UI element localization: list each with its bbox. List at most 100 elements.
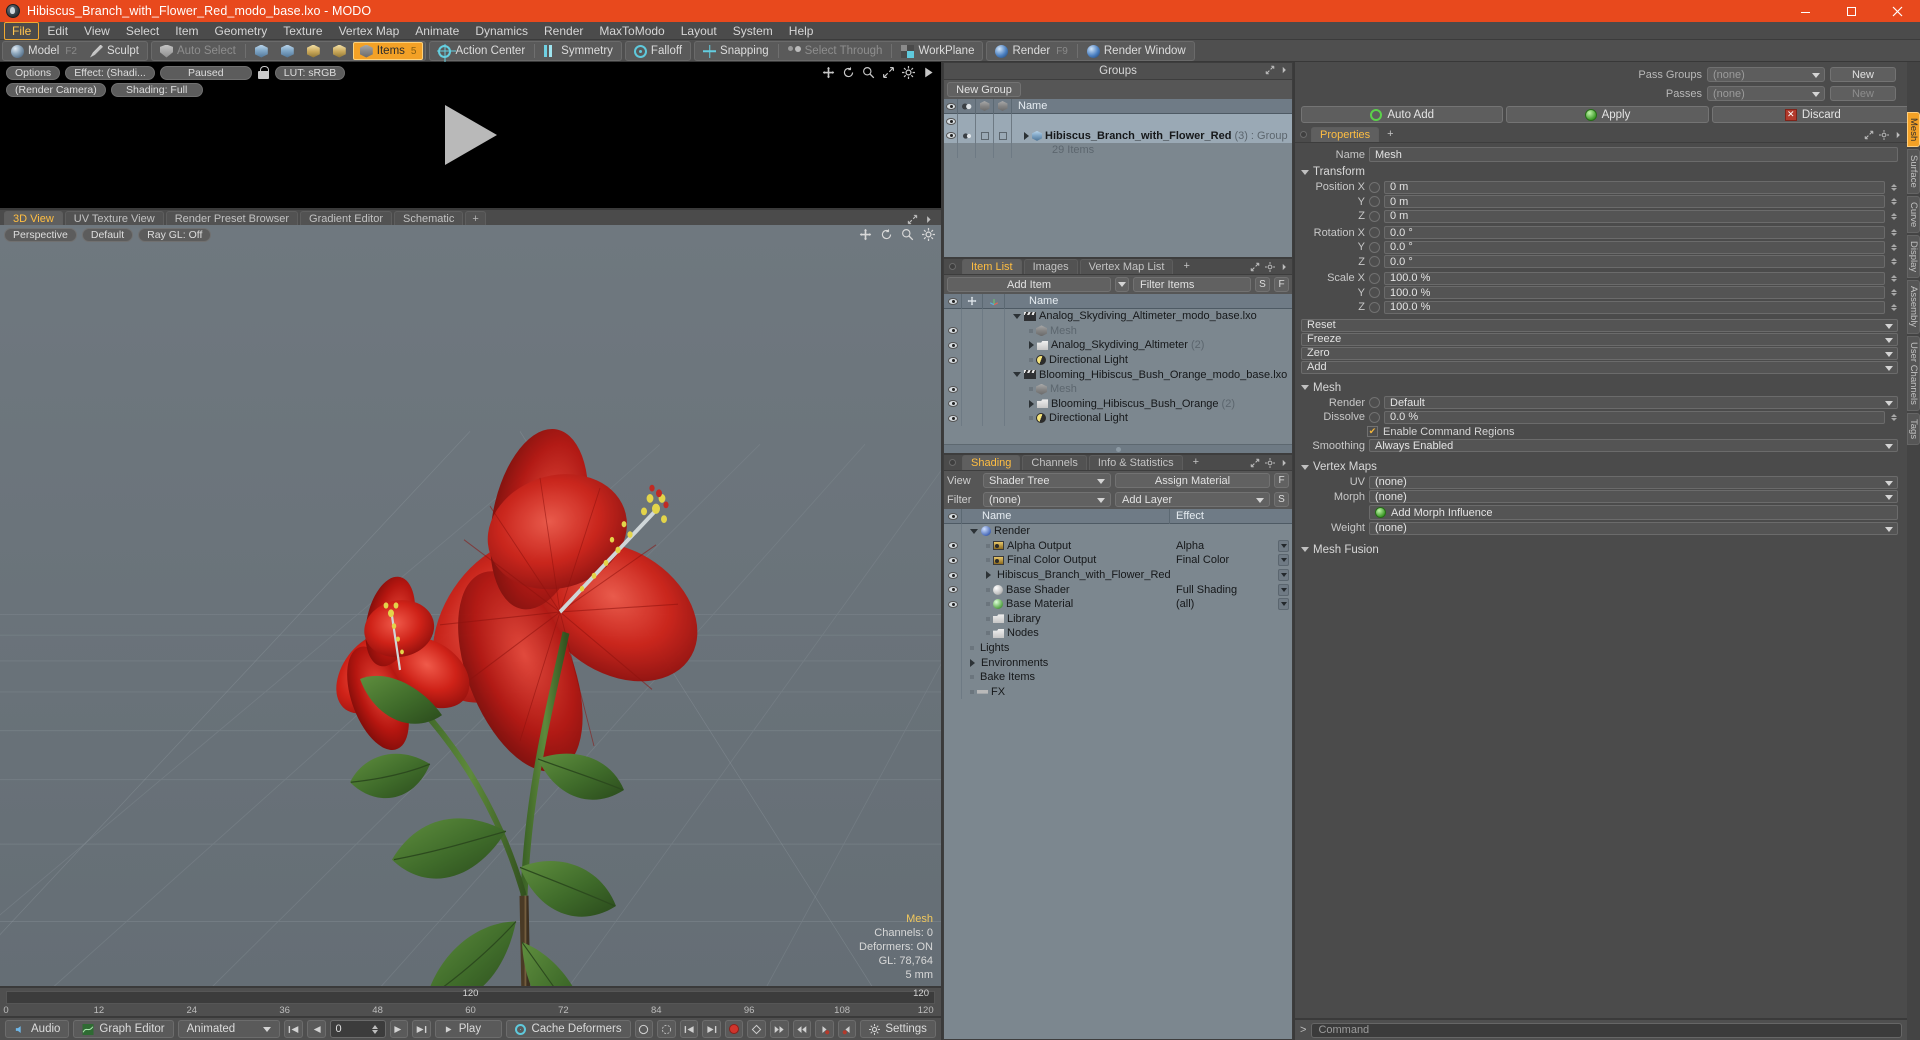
raygl-button[interactable]: Ray GL: Off: [138, 228, 212, 242]
maximize-viewport-icon[interactable]: [907, 214, 918, 225]
vtab-mesh[interactable]: Mesh: [1907, 112, 1920, 148]
tab-gradient-editor[interactable]: Gradient Editor: [300, 211, 392, 225]
move-cell[interactable]: [962, 396, 983, 412]
workplane-button[interactable]: WorkPlane: [895, 42, 980, 60]
shader-name-cell[interactable]: Library: [962, 613, 1170, 625]
menu-item-layout[interactable]: Layout: [673, 22, 725, 40]
menu-item-help[interactable]: Help: [781, 22, 822, 40]
tab-uv-texture-view[interactable]: UV Texture View: [64, 211, 164, 225]
item-name-cell[interactable]: Blooming_Hibiscus_Bush_Orange (2): [1005, 398, 1235, 410]
position-x-stepper[interactable]: [1889, 181, 1898, 194]
material-mode-button[interactable]: [327, 42, 352, 60]
eye-icon[interactable]: [947, 327, 958, 335]
animate-toggle[interactable]: [1369, 287, 1380, 299]
key-add-button[interactable]: [747, 1020, 767, 1038]
expander-icon[interactable]: [1013, 313, 1021, 319]
viewport-menu-icon[interactable]: [924, 214, 933, 225]
item-name-cell[interactable]: Analog_Skydiving_Altimeter (2): [1005, 339, 1204, 351]
record-button[interactable]: [724, 1020, 744, 1038]
eye-cell[interactable]: [944, 669, 962, 685]
rotation-y-stepper[interactable]: [1889, 241, 1898, 254]
render-window-button[interactable]: Render Window: [1081, 42, 1192, 60]
axis-cell[interactable]: [983, 396, 1005, 412]
zoom-icon[interactable]: [862, 66, 875, 79]
animate-toggle[interactable]: [1369, 397, 1380, 409]
table-row[interactable]: Alpha Output Alpha: [944, 538, 1292, 554]
eye-cell[interactable]: [944, 538, 962, 554]
item-cell[interactable]: [994, 128, 1012, 144]
model-mode-button[interactable]: Model F2: [5, 42, 83, 60]
item-list-body[interactable]: Analog_Skydiving_Altimeter_modo_base.lxo…: [944, 309, 1292, 444]
settings-button[interactable]: Settings: [860, 1020, 936, 1038]
rotation-z-stepper[interactable]: [1889, 255, 1898, 268]
tab-images[interactable]: Images: [1023, 259, 1078, 274]
position-z-field[interactable]: 0 m: [1384, 209, 1885, 223]
move-cell[interactable]: [962, 338, 983, 353]
eye-icon[interactable]: [947, 414, 958, 422]
current-frame-field[interactable]: 0: [329, 1020, 386, 1038]
scale-z-field[interactable]: 100.0 %: [1384, 300, 1885, 314]
maximize-icon[interactable]: [1250, 458, 1260, 468]
expander-icon[interactable]: [1013, 372, 1021, 378]
table-row[interactable]: Directional Light: [944, 411, 1292, 426]
shader-name-cell[interactable]: Base Material: [962, 598, 1170, 610]
fit-icon[interactable]: [882, 66, 895, 79]
filter-items-input[interactable]: Filter Items: [1133, 277, 1251, 292]
eye-cell[interactable]: [944, 684, 962, 700]
axis-cell[interactable]: [983, 352, 1005, 368]
shader-name-cell[interactable]: Hibiscus_Branch_with_Flower_Red (2) ...: [962, 569, 1170, 581]
eye-cell[interactable]: [944, 567, 962, 583]
table-row[interactable]: Mesh: [944, 381, 1292, 397]
animate-toggle[interactable]: [1369, 241, 1380, 253]
table-row[interactable]: Hibiscus_Branch_with_Flower_Red (3) : Gr…: [944, 128, 1292, 144]
menu-item-item[interactable]: Item: [167, 22, 206, 40]
play-icon[interactable]: [922, 66, 935, 79]
rotation-y-field[interactable]: 0.0 °: [1384, 240, 1885, 254]
add-button[interactable]: Add: [1301, 360, 1898, 374]
preview-options-button[interactable]: Options: [6, 66, 61, 80]
eye-cell[interactable]: [944, 338, 962, 353]
effect-dropdown[interactable]: [1278, 583, 1289, 596]
tab-shading[interactable]: Shading: [962, 455, 1021, 470]
minimize-button[interactable]: [1782, 0, 1828, 22]
eye-cell[interactable]: [944, 626, 962, 641]
vtab-assembly[interactable]: Assembly: [1907, 280, 1920, 334]
symmetry-button[interactable]: Symmetry: [538, 42, 619, 60]
filter-f-button[interactable]: F: [1274, 277, 1289, 292]
expander-icon[interactable]: [1024, 131, 1029, 140]
axis-cell[interactable]: [983, 338, 1005, 353]
passes-select[interactable]: (none): [1707, 86, 1825, 101]
pass-groups-select[interactable]: (none): [1707, 67, 1825, 82]
assign-material-button[interactable]: Assign Material: [1115, 473, 1270, 488]
move-cell[interactable]: [962, 309, 983, 324]
shade-cell[interactable]: [958, 143, 976, 158]
timeline[interactable]: 0 12 24 36 48 60 72 84 96 108 120 120 12…: [0, 986, 941, 1016]
shader-name-cell[interactable]: Bake Items: [962, 671, 1170, 683]
reset-button[interactable]: Reset: [1301, 318, 1898, 332]
table-row[interactable]: Directional Light: [944, 352, 1292, 368]
tab-3d-view[interactable]: 3D View: [4, 211, 63, 225]
rotate-icon[interactable]: [880, 228, 893, 241]
keyframe-next-button[interactable]: [702, 1020, 721, 1038]
position-z-stepper[interactable]: [1889, 210, 1898, 223]
poly-cell[interactable]: [976, 128, 994, 144]
add-item-button[interactable]: Add Item: [947, 277, 1111, 292]
menu-item-view[interactable]: View: [76, 22, 118, 40]
table-row[interactable]: Bake Items: [944, 669, 1292, 685]
transform-section-header[interactable]: Transform: [1295, 163, 1920, 180]
menu-item-select[interactable]: Select: [118, 22, 167, 40]
shader-name-cell[interactable]: Final Color Output: [962, 554, 1170, 566]
position-y-field[interactable]: 0 m: [1384, 195, 1885, 209]
move-cell[interactable]: [962, 367, 983, 382]
effect-dropdown[interactable]: [1278, 569, 1289, 582]
vertex-mode-button[interactable]: [249, 42, 274, 60]
gear-icon[interactable]: [1265, 458, 1275, 468]
menu-item-edit[interactable]: Edit: [39, 22, 76, 40]
table-row[interactable]: Final Color Output Final Color: [944, 553, 1292, 568]
view-select[interactable]: Shader Tree: [983, 473, 1111, 488]
preview-shading-button[interactable]: Shading: Full: [110, 83, 203, 97]
menu-item-file[interactable]: File: [4, 21, 40, 40]
axis-cell[interactable]: [983, 367, 1005, 382]
render-button[interactable]: Render F9: [989, 42, 1073, 60]
tab-vertex-map-list[interactable]: Vertex Map List: [1079, 259, 1174, 274]
